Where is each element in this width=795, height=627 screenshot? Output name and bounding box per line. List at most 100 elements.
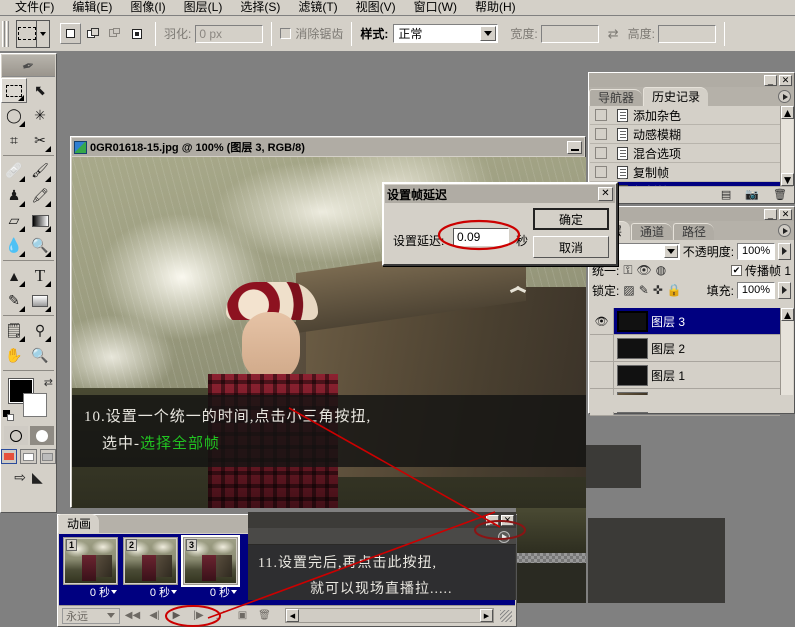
create-new-snapshot-icon[interactable]: 📷 xyxy=(745,188,759,201)
history-item[interactable]: 复制帧 xyxy=(590,163,780,182)
delete-state-icon[interactable]: 🗑 xyxy=(773,188,787,201)
dodge-tool[interactable]: 🔍 xyxy=(27,233,53,258)
options-bar-grip-2[interactable] xyxy=(6,20,9,47)
tab-paths[interactable]: 路径 xyxy=(673,223,715,240)
clone-stamp-tool[interactable]: ♟ xyxy=(1,183,27,208)
loop-option-select[interactable]: 永远 xyxy=(62,607,120,624)
toolbox-header[interactable]: ✒ xyxy=(2,55,55,77)
eraser-tool[interactable]: ▱ xyxy=(1,208,27,233)
cancel-button[interactable]: 取消 xyxy=(533,236,609,258)
height-input[interactable] xyxy=(657,24,716,43)
layers-scroll-up-button[interactable]: ▲ xyxy=(781,308,794,322)
history-snapshot-toggle[interactable] xyxy=(590,106,611,125)
gradient-tool[interactable] xyxy=(27,208,53,233)
lasso-tool[interactable]: ◯ xyxy=(1,103,27,128)
default-colors-icon[interactable] xyxy=(3,410,14,421)
minimize-button[interactable] xyxy=(567,140,582,154)
scroll-left-button[interactable]: ◀ xyxy=(286,609,299,622)
history-item[interactable]: 动感模糊 xyxy=(590,125,780,144)
intersect-selection-button[interactable] xyxy=(126,23,147,44)
dialog-close-button[interactable]: ✕ xyxy=(598,187,613,201)
layers-panel-menu-button[interactable] xyxy=(778,224,791,237)
shape-tool[interactable] xyxy=(27,288,53,313)
new-selection-button[interactable] xyxy=(60,23,81,44)
history-snapshot-toggle[interactable] xyxy=(590,144,611,163)
antialias-checkbox[interactable] xyxy=(280,28,292,39)
opacity-input[interactable]: 100% xyxy=(737,242,776,260)
quick-mask-mode-button[interactable] xyxy=(29,426,54,445)
layers-close-button[interactable]: ✕ xyxy=(779,208,792,220)
caption-2-title-bar[interactable]: _ ✕ xyxy=(248,512,516,528)
fill-stepper[interactable] xyxy=(778,281,791,299)
caption-2-minimize-button[interactable]: _ xyxy=(486,514,499,526)
crop-tool[interactable]: ⌗ xyxy=(1,128,27,153)
full-screen-with-menu-button[interactable] xyxy=(20,449,37,464)
lock-all-icon[interactable]: 🔒 xyxy=(667,283,682,297)
menu-item-filter[interactable]: 滤镜(T) xyxy=(289,1,346,15)
unify-position-icon[interactable]: ⚿ xyxy=(623,263,632,278)
animation-horizontal-scrollbar[interactable]: ◀ ▶ xyxy=(285,608,494,623)
create-document-from-state-icon[interactable]: ▤ xyxy=(721,188,731,201)
propagate-frame-checkbox[interactable]: ✔ xyxy=(730,264,742,276)
delay-input[interactable]: 0.09 xyxy=(453,228,509,246)
swap-colors-icon[interactable]: ⇄ xyxy=(44,376,53,389)
select-first-frame-button[interactable]: ◀◀ xyxy=(123,608,142,624)
frame-thumbnail[interactable]: 3 xyxy=(181,535,240,587)
standard-screen-mode-button[interactable] xyxy=(1,449,18,464)
options-bar-grip[interactable] xyxy=(2,20,5,47)
menu-item-layer[interactable]: 图层(L) xyxy=(175,1,232,15)
blend-mode-arrow[interactable] xyxy=(663,244,678,258)
menu-item-edit[interactable]: 编辑(E) xyxy=(63,1,121,15)
history-close-button[interactable]: ✕ xyxy=(779,74,792,86)
move-tool[interactable]: ⬉ xyxy=(27,78,53,103)
frame-delay-dropdown[interactable]: 0 秒 xyxy=(123,585,178,599)
brush-tool[interactable]: 🖌 xyxy=(27,158,53,183)
frame-delay-dropdown[interactable]: 0 秒 xyxy=(183,585,238,599)
zoom-tool[interactable]: 🔍 xyxy=(27,343,53,368)
eyedropper-tool[interactable]: ⚲ xyxy=(27,318,53,343)
tab-history[interactable]: 历史记录 xyxy=(643,87,709,106)
tab-channels[interactable]: 通道 xyxy=(631,223,673,240)
frame-thumbnail[interactable]: 2 xyxy=(123,537,178,585)
history-brush-tool[interactable]: 🖍 xyxy=(27,183,53,208)
full-screen-mode-button[interactable] xyxy=(39,449,56,464)
history-panel-title-bar[interactable]: _ ✕ xyxy=(589,73,794,87)
delete-frame-button[interactable]: 🗑 xyxy=(255,608,274,624)
animation-frame[interactable]: 1 0 秒 xyxy=(63,537,118,599)
menu-item-view[interactable]: 视图(V) xyxy=(347,1,405,15)
tween-frames-button[interactable]: ⋰ xyxy=(211,608,230,624)
current-tool-preview[interactable] xyxy=(16,19,50,48)
animation-frame[interactable]: 2 0 秒 xyxy=(123,537,178,599)
select-previous-frame-button[interactable]: ◀| xyxy=(145,608,164,624)
unify-visibility-icon[interactable]: 👁 xyxy=(636,263,651,277)
menu-item-image[interactable]: 图像(I) xyxy=(121,1,174,15)
layer-thumbnail[interactable] xyxy=(617,337,648,359)
width-input[interactable] xyxy=(540,24,599,43)
lock-position-icon[interactable]: ✜ xyxy=(653,283,663,297)
imageready-icon[interactable]: ◣ xyxy=(32,469,43,486)
tool-preset-dropdown[interactable] xyxy=(35,19,49,48)
fill-input[interactable]: 100% xyxy=(737,281,775,299)
path-selection-tool[interactable]: ▲ xyxy=(1,263,27,288)
menu-item-window[interactable]: 窗口(W) xyxy=(405,1,466,15)
style-select[interactable]: 正常 xyxy=(393,24,499,43)
layer-row[interactable]: 图层 2 xyxy=(590,335,780,362)
scroll-right-button[interactable]: ▶ xyxy=(480,609,493,622)
panel-menu-button[interactable] xyxy=(498,531,510,543)
menu-item-select[interactable]: 选择(S) xyxy=(231,1,289,15)
magic-wand-tool[interactable]: ✳ xyxy=(27,103,53,128)
blur-tool[interactable]: 💧 xyxy=(1,233,27,258)
add-to-selection-button[interactable] xyxy=(82,23,103,44)
notes-tool[interactable]: 🗒 xyxy=(1,318,27,343)
style-select-arrow[interactable] xyxy=(480,26,497,41)
layers-minimize-button[interactable]: _ xyxy=(764,208,777,220)
layer-visibility-toggle[interactable] xyxy=(590,335,614,361)
select-next-frame-button[interactable]: |▶ xyxy=(189,608,208,624)
jump-to-imageready-icon[interactable]: ⇨ xyxy=(14,469,26,486)
animation-frame-selected[interactable]: 3 0 秒 xyxy=(181,535,240,599)
frame-delay-dropdown[interactable]: 0 秒 xyxy=(63,585,118,599)
type-tool[interactable]: T xyxy=(27,263,53,288)
history-item[interactable]: 混合选项 xyxy=(590,144,780,163)
pen-tool[interactable]: ✎ xyxy=(1,288,27,313)
history-item[interactable]: 添加杂色 xyxy=(590,106,780,125)
